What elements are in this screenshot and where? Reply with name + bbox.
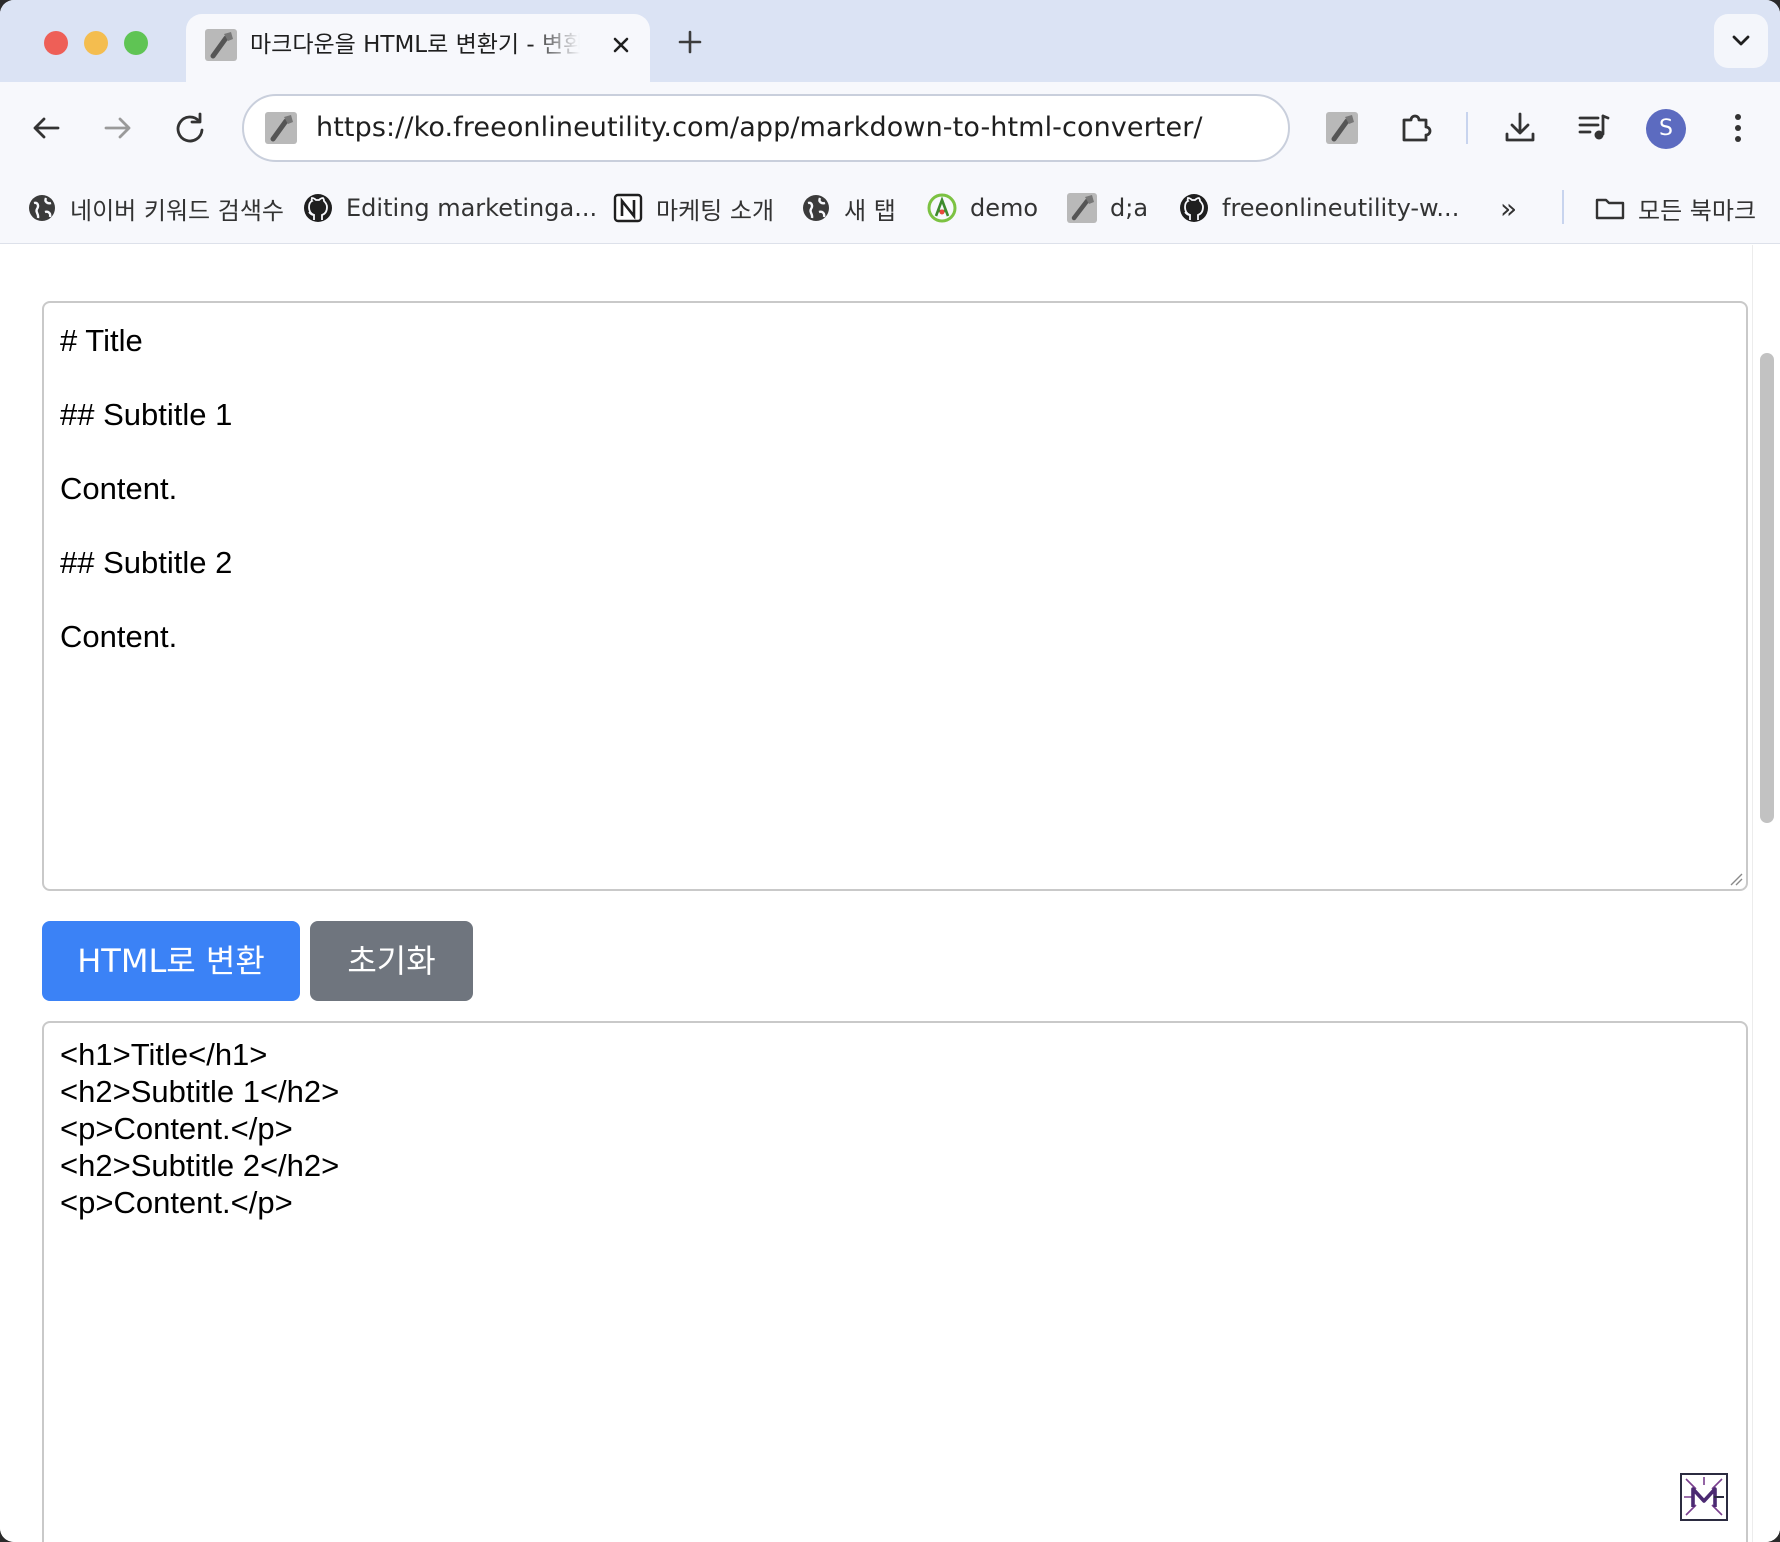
wrench-icon [205,29,237,61]
bookmark-label: 네이버 키워드 검색수 [70,196,284,225]
bookmark-item[interactable]: 마케팅 소개 [612,188,774,228]
bookmark-label: 새 탭 [844,196,896,225]
window-close-button[interactable] [44,31,68,55]
bookmark-item[interactable]: 새 탭 [800,188,896,228]
active-tab[interactable]: 마크다운을 HTML로 변환기 - 변환기 [186,14,650,82]
profile-avatar[interactable]: S [1646,109,1686,149]
markdown-line: Content. [60,619,178,654]
github-icon [1180,194,1208,222]
tab-strip: 마크다운을 HTML로 변환기 - 변환기 [0,0,1780,82]
notion-icon [613,193,643,223]
bookmarks-overflow-button[interactable]: » [1500,188,1517,228]
folder-icon [1595,198,1625,220]
html-line: <p>Content.</p> [60,1185,293,1220]
reset-button[interactable]: 초기화 [310,921,473,1001]
wrench-icon [1067,193,1097,223]
app-icon [927,193,957,223]
bookmark-item[interactable]: Editing marketinga... [302,188,597,228]
html-line: <h2>Subtitle 2</h2> [60,1148,340,1183]
bookmark-label: demo [970,194,1039,222]
reload-icon[interactable] [166,104,214,152]
bookmark-item[interactable]: demo [926,188,1038,228]
bookmark-item[interactable]: d;a [1066,188,1148,228]
bookmark-label: freeonlineutility-w... [1222,194,1460,222]
html-line: <h2>Subtitle 1</h2> [60,1074,340,1109]
all-bookmarks-label: 모든 북마크 [1638,196,1757,225]
tab-title: 마크다운을 HTML로 변환기 - 변환기 [250,32,580,58]
convert-to-html-button[interactable]: HTML로 변환 [42,921,300,1001]
markdown-line: Content. [60,471,178,506]
tab-search-button[interactable] [1714,14,1768,68]
site-wrench-icon [265,112,297,144]
html-line: <h1>Title</h1> [60,1037,268,1072]
extension-wrench-icon[interactable] [1318,104,1366,152]
window-minimize-button[interactable] [84,31,108,55]
floating-widget-icon[interactable] [1680,1473,1728,1521]
back-arrow-icon[interactable] [22,104,70,152]
bookmarks-divider [1562,190,1564,224]
window-maximize-button[interactable] [124,31,148,55]
markdown-line: ## Subtitle 1 [60,397,233,432]
browser-toolbar: https://ko.freeonlineutility.com/app/mar… [0,82,1780,174]
globe-icon [803,195,829,221]
browser-window: 마크다운을 HTML로 변환기 - 변환기 https://ko.freeonl… [0,0,1780,1542]
markdown-line: # Title [60,323,143,358]
toolbar-divider [1466,112,1468,144]
resize-grip-icon[interactable] [1728,871,1744,887]
bookmark-label: Editing marketinga... [346,194,598,222]
markdown-line: ## Subtitle 2 [60,545,233,580]
bookmarks-bar: 네이버 키워드 검색수 Editing marketinga... 마케팅 소개… [0,174,1780,244]
bookmark-item[interactable]: freeonlineutility-w... [1178,188,1459,228]
url-text[interactable]: https://ko.freeonlineutility.com/app/mar… [316,96,1203,160]
address-bar[interactable]: https://ko.freeonlineutility.com/app/mar… [242,94,1290,162]
bookmark-item[interactable]: 네이버 키워드 검색수 [26,188,284,228]
html-output[interactable]: <h1>Title</h1> <h2>Subtitle 1</h2> <p>Co… [42,1021,1748,1542]
more-menu-icon[interactable] [1714,104,1762,152]
plus-icon[interactable] [670,22,710,62]
close-icon[interactable] [604,28,638,62]
globe-icon [29,195,55,221]
puzzle-extensions-icon[interactable] [1392,104,1440,152]
scrollbar-thumb[interactable] [1760,353,1774,823]
double-chevron-icon: » [1500,191,1518,225]
bookmark-label: 마케팅 소개 [656,196,775,225]
download-icon[interactable] [1496,104,1544,152]
bookmark-label: d;a [1110,194,1149,222]
markdown-input[interactable]: # Title ## Subtitle 1 Content. ## Subtit… [42,301,1748,891]
forward-arrow-icon[interactable] [94,104,142,152]
media-queue-icon[interactable] [1570,104,1618,152]
all-bookmarks-button[interactable]: 모든 북마크 [1594,188,1756,228]
chevron-down-icon [1732,35,1750,46]
page-content: # Title ## Subtitle 1 Content. ## Subtit… [0,245,1780,1542]
github-icon [304,194,332,222]
html-line: <p>Content.</p> [60,1111,293,1146]
